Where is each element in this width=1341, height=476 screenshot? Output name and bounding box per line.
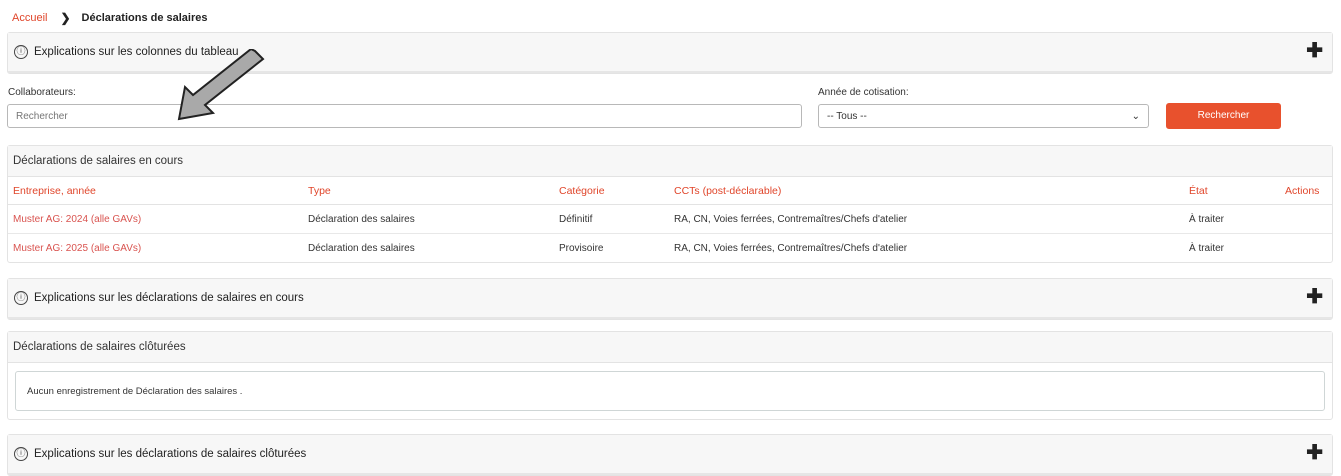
breadcrumb-current: Déclarations de salaires xyxy=(81,12,208,24)
row-etat: À traiter xyxy=(1184,204,1280,234)
table-row: Muster AG: 2024 (alle GAVs) Déclaration … xyxy=(8,204,1332,234)
column-header-ccts[interactable]: CCTs (post-déclarable) xyxy=(669,177,1184,205)
row-actions xyxy=(1280,204,1332,234)
row-categorie: Définitif xyxy=(554,204,669,234)
expand-plus-icon[interactable]: ✚ xyxy=(1306,287,1323,307)
row-type: Déclaration des salaires xyxy=(303,204,554,234)
breadcrumb-home-link[interactable]: Accueil xyxy=(12,12,47,24)
annee-label: Année de cotisation: xyxy=(818,87,909,98)
column-header-categorie[interactable]: Catégorie xyxy=(554,177,669,205)
search-button[interactable]: Rechercher xyxy=(1166,103,1281,129)
table-row: Muster AG: 2025 (alle GAVs) Déclaration … xyxy=(8,234,1332,263)
row-entreprise-link[interactable]: Muster AG: 2025 (alle GAVs) xyxy=(8,234,303,263)
current-declarations-card: Déclarations de salaires en cours Entrep… xyxy=(7,145,1333,263)
explain-current-title: Explications sur les déclarations de sal… xyxy=(34,292,304,304)
expand-plus-icon[interactable]: ✚ xyxy=(1306,443,1323,463)
row-etat: À traiter xyxy=(1189,242,1225,254)
explain-current-header[interactable]: ⓘ Explications sur les déclarations de s… xyxy=(8,279,1332,319)
row-type: Déclaration des salaires xyxy=(308,242,415,254)
breadcrumb-separator-icon: ❯ xyxy=(60,11,71,25)
explain-current-panel: ⓘ Explications sur les déclarations de s… xyxy=(7,278,1333,320)
table-header-row: Entreprise, année Type Catégorie CCTs (p… xyxy=(8,177,1332,205)
empty-state-text: Aucun enregistrement de Déclaration des … xyxy=(27,385,243,397)
annotation-arrow-icon xyxy=(177,49,265,121)
column-header-type[interactable]: Type xyxy=(303,177,554,205)
row-categorie: Provisoire xyxy=(559,242,604,254)
collaborateurs-label: Collaborateurs: xyxy=(8,87,76,98)
empty-state-message: Aucun enregistrement de Déclaration des … xyxy=(15,371,1325,411)
closed-declarations-card: Déclarations de salaires clôturées Aucun… xyxy=(7,331,1333,420)
row-ccts: RA, CN, Voies ferrées, Contremaîtres/Che… xyxy=(669,204,1184,234)
explain-closed-title: Explications sur les déclarations de sal… xyxy=(34,448,307,460)
annee-select[interactable]: -- Tous -- ⌄ xyxy=(818,104,1149,128)
annee-select-value: -- Tous -- xyxy=(827,110,867,122)
collaborateurs-search-input[interactable] xyxy=(7,104,802,128)
breadcrumb: Accueil ❯ Déclarations de salaires xyxy=(12,11,208,25)
column-header-entreprise[interactable]: Entreprise, année xyxy=(8,177,303,205)
current-declarations-table: Entreprise, année Type Catégorie CCTs (p… xyxy=(8,177,1332,262)
explain-closed-header[interactable]: ⓘ Explications sur les déclarations de s… xyxy=(8,435,1332,475)
current-declarations-title: Déclarations de salaires en cours xyxy=(8,146,1332,177)
row-actions xyxy=(1280,234,1332,263)
closed-declarations-title: Déclarations de salaires clôturées xyxy=(8,332,1332,363)
chevron-down-icon: ⌄ xyxy=(1131,110,1140,122)
info-icon: ⓘ xyxy=(14,45,28,59)
info-icon: ⓘ xyxy=(14,291,28,305)
row-ccts: RA, CN, Voies ferrées, Contremaîtres/Che… xyxy=(674,242,908,254)
row-entreprise-link[interactable]: Muster AG: 2024 (alle GAVs) xyxy=(8,204,303,234)
explain-closed-panel: ⓘ Explications sur les déclarations de s… xyxy=(7,434,1333,476)
column-header-actions: Actions xyxy=(1280,177,1332,205)
column-header-etat[interactable]: État xyxy=(1184,177,1280,205)
expand-plus-icon[interactable]: ✚ xyxy=(1306,41,1323,61)
info-icon: ⓘ xyxy=(14,447,28,461)
